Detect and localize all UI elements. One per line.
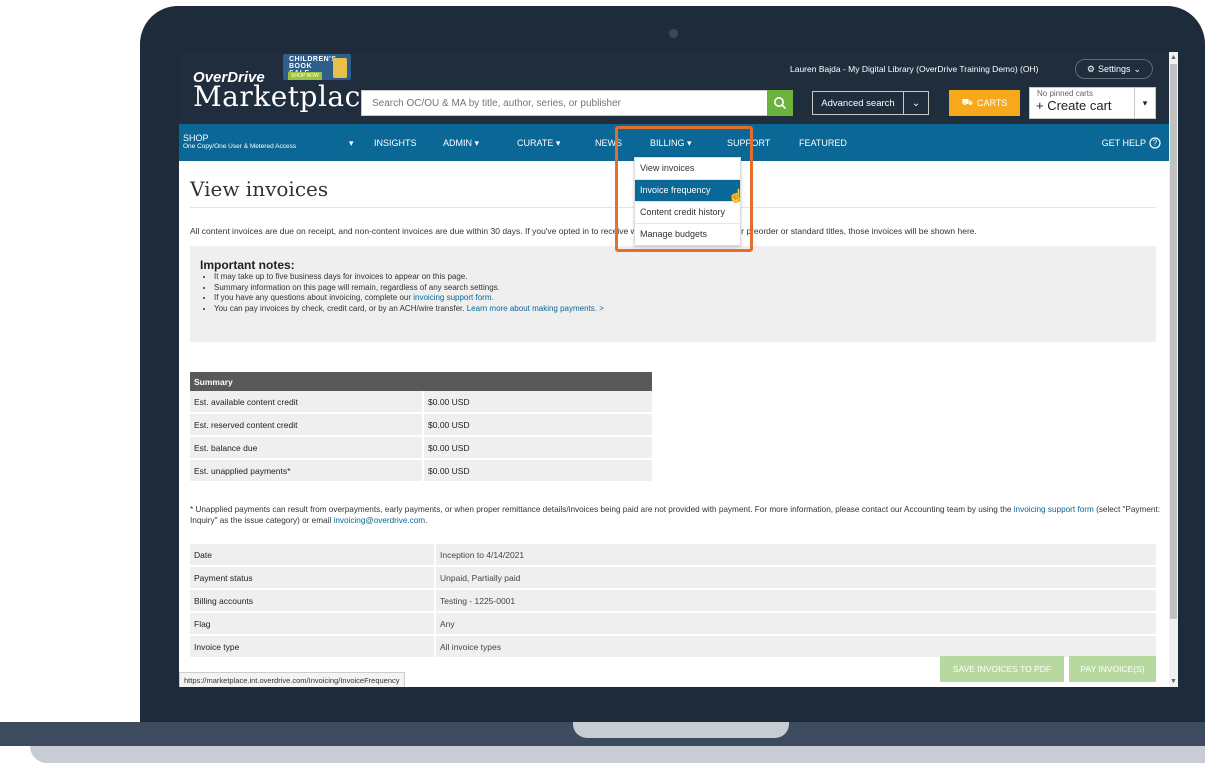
user-library-info: Lauren Bajda - My Digital Library (OverD… xyxy=(790,64,1039,74)
nav-curate[interactable]: CURATE ▾ xyxy=(517,138,560,149)
invoicing-support-form-link[interactable]: invoicing support form xyxy=(1014,505,1094,514)
promo-shop-now[interactable]: SHOP NOW xyxy=(288,72,322,80)
filter-label: Invoice type xyxy=(190,635,435,659)
summary-label: Est. reserved content credit xyxy=(190,413,423,437)
pinned-carts-text: No pinned carts xyxy=(1037,89,1094,98)
laptop-bottom xyxy=(30,746,1205,763)
nav-insights[interactable]: INSIGHTS xyxy=(374,138,417,148)
summary-value: $0.00 USD xyxy=(422,413,652,437)
nav-admin[interactable]: ADMIN ▾ xyxy=(443,138,479,149)
settings-label: Settings xyxy=(1098,64,1131,74)
create-cart-label: + Create cart xyxy=(1036,98,1112,113)
filter-value: Testing - 1225-0001 xyxy=(434,589,1156,613)
get-help-label: GET HELP xyxy=(1101,138,1146,148)
summary-value: $0.00 USD xyxy=(422,436,652,460)
help-circle-icon: ? xyxy=(1149,137,1161,149)
notes-heading: Important notes: xyxy=(200,258,295,272)
filter-value: Any xyxy=(434,612,1156,636)
search-filters-table: Date Inception to 4/14/2021 Payment statu… xyxy=(190,544,1156,659)
settings-button[interactable]: ⚙ Settings ⌄ xyxy=(1075,59,1153,79)
nav-shop-label: SHOP xyxy=(183,133,209,143)
table-row: Billing accounts Testing - 1225-0001 xyxy=(190,589,1156,613)
summary-table: Summary Est. available content credit $0… xyxy=(190,372,652,483)
nav-shop-sub: One Copy/One User & Metered Access xyxy=(183,143,297,150)
list-item: You can pay invoices by check, credit ca… xyxy=(214,304,604,315)
save-invoices-pdf-button[interactable]: SAVE INVOICES TO PDF xyxy=(940,656,1064,682)
summary-header: Summary xyxy=(190,372,652,391)
invoicing-email-link[interactable]: invoicing@overdrive.com xyxy=(334,516,426,525)
vertical-scrollbar[interactable]: ▲ ▼ xyxy=(1169,52,1178,687)
important-notes-panel: Important notes: It may take up to five … xyxy=(190,246,1156,342)
summary-value: $0.00 USD xyxy=(422,459,652,483)
list-item: If you have any questions about invoicin… xyxy=(214,293,604,304)
table-row: Payment status Unpaid, Partially paid xyxy=(190,566,1156,590)
search-input[interactable] xyxy=(370,91,754,115)
webcam-icon xyxy=(669,29,678,38)
cart-icon: ⛟ xyxy=(961,97,973,107)
advanced-search-button[interactable]: Advanced search xyxy=(812,91,904,115)
filter-label: Payment status xyxy=(190,566,435,590)
summary-value: $0.00 USD xyxy=(422,391,652,414)
filter-value: All invoice types xyxy=(434,635,1156,659)
create-cart-dropdown[interactable]: ▾ xyxy=(1134,87,1156,119)
chevron-down-icon: ⌄ xyxy=(911,97,921,109)
site-header: OverDrive Marketplace CHILDREN'S BOOK SA… xyxy=(179,52,1169,124)
filter-label: Date xyxy=(190,544,435,567)
filter-label: Flag xyxy=(190,612,435,636)
book-icon xyxy=(333,58,347,78)
table-row: Invoice type All invoice types xyxy=(190,635,1156,659)
carts-label: CARTS xyxy=(976,98,1008,108)
summary-label: Est. available content credit xyxy=(190,391,423,414)
advanced-search-dropdown[interactable]: ⌄ xyxy=(903,91,929,115)
scrollbar-thumb[interactable] xyxy=(1170,64,1177,619)
carts-button[interactable]: ⛟ CARTS xyxy=(949,90,1020,116)
table-row: Flag Any xyxy=(190,612,1156,636)
svg-text:?: ? xyxy=(1153,139,1158,148)
filter-value: Unpaid, Partially paid xyxy=(434,566,1156,590)
page-title: View invoices xyxy=(190,177,329,201)
unapplied-payments-footnote: * Unapplied payments can result from ove… xyxy=(190,505,1160,525)
laptop-notch xyxy=(573,722,789,738)
pay-invoices-button[interactable]: PAY INVOICE(S) xyxy=(1069,656,1156,682)
create-cart-button[interactable]: No pinned carts + Create cart xyxy=(1029,87,1137,119)
get-help-button[interactable]: GET HELP ? xyxy=(1102,137,1161,149)
filter-label: Billing accounts xyxy=(190,589,435,613)
making-payments-link[interactable]: Learn more about making payments. > xyxy=(467,304,604,313)
summary-label: Est. unapplied payments* xyxy=(190,459,423,483)
table-row: Est. available content credit $0.00 USD xyxy=(190,391,652,414)
list-item: Summary information on this page will re… xyxy=(214,283,604,294)
table-row: Est. reserved content credit $0.00 USD xyxy=(190,413,652,437)
hand-cursor-icon: ☝ xyxy=(728,188,745,203)
invoicing-support-link[interactable]: invoicing support form. xyxy=(413,293,493,302)
list-item: It may take up to five business days for… xyxy=(214,272,604,283)
nav-shop-caret-icon[interactable]: ▾ xyxy=(349,138,354,149)
browser-screen: OverDrive Marketplace CHILDREN'S BOOK SA… xyxy=(179,52,1169,687)
search-button[interactable] xyxy=(767,90,793,116)
marketplace-logo[interactable]: Marketplace xyxy=(193,80,378,113)
scroll-down-icon[interactable]: ▼ xyxy=(1170,678,1177,685)
plus-icon: + xyxy=(1036,98,1048,113)
nav-featured[interactable]: FEATURED xyxy=(799,138,847,148)
nav-shop[interactable]: SHOP One Copy/One User & Metered Access xyxy=(183,133,296,150)
filter-value: Inception to 4/14/2021 xyxy=(434,544,1156,567)
table-row: Date Inception to 4/14/2021 xyxy=(190,544,1156,567)
table-row: Est. balance due $0.00 USD xyxy=(190,436,652,460)
scroll-up-icon[interactable]: ▲ xyxy=(1170,54,1177,61)
summary-label: Est. balance due xyxy=(190,436,423,460)
chevron-down-icon: ⌄ xyxy=(1133,63,1142,74)
search-icon xyxy=(774,97,787,110)
caret-down-icon: ▾ xyxy=(1142,97,1148,108)
status-bar-url: https://marketplace.int.overdrive.com/In… xyxy=(179,672,405,687)
search-box xyxy=(361,90,769,116)
gear-icon: ⚙ xyxy=(1086,63,1095,74)
notes-list: It may take up to five business days for… xyxy=(190,272,604,314)
childrens-sale-promo[interactable]: CHILDREN'S BOOK SALE SHOP NOW xyxy=(283,54,351,80)
table-row: Est. unapplied payments* $0.00 USD xyxy=(190,459,652,483)
